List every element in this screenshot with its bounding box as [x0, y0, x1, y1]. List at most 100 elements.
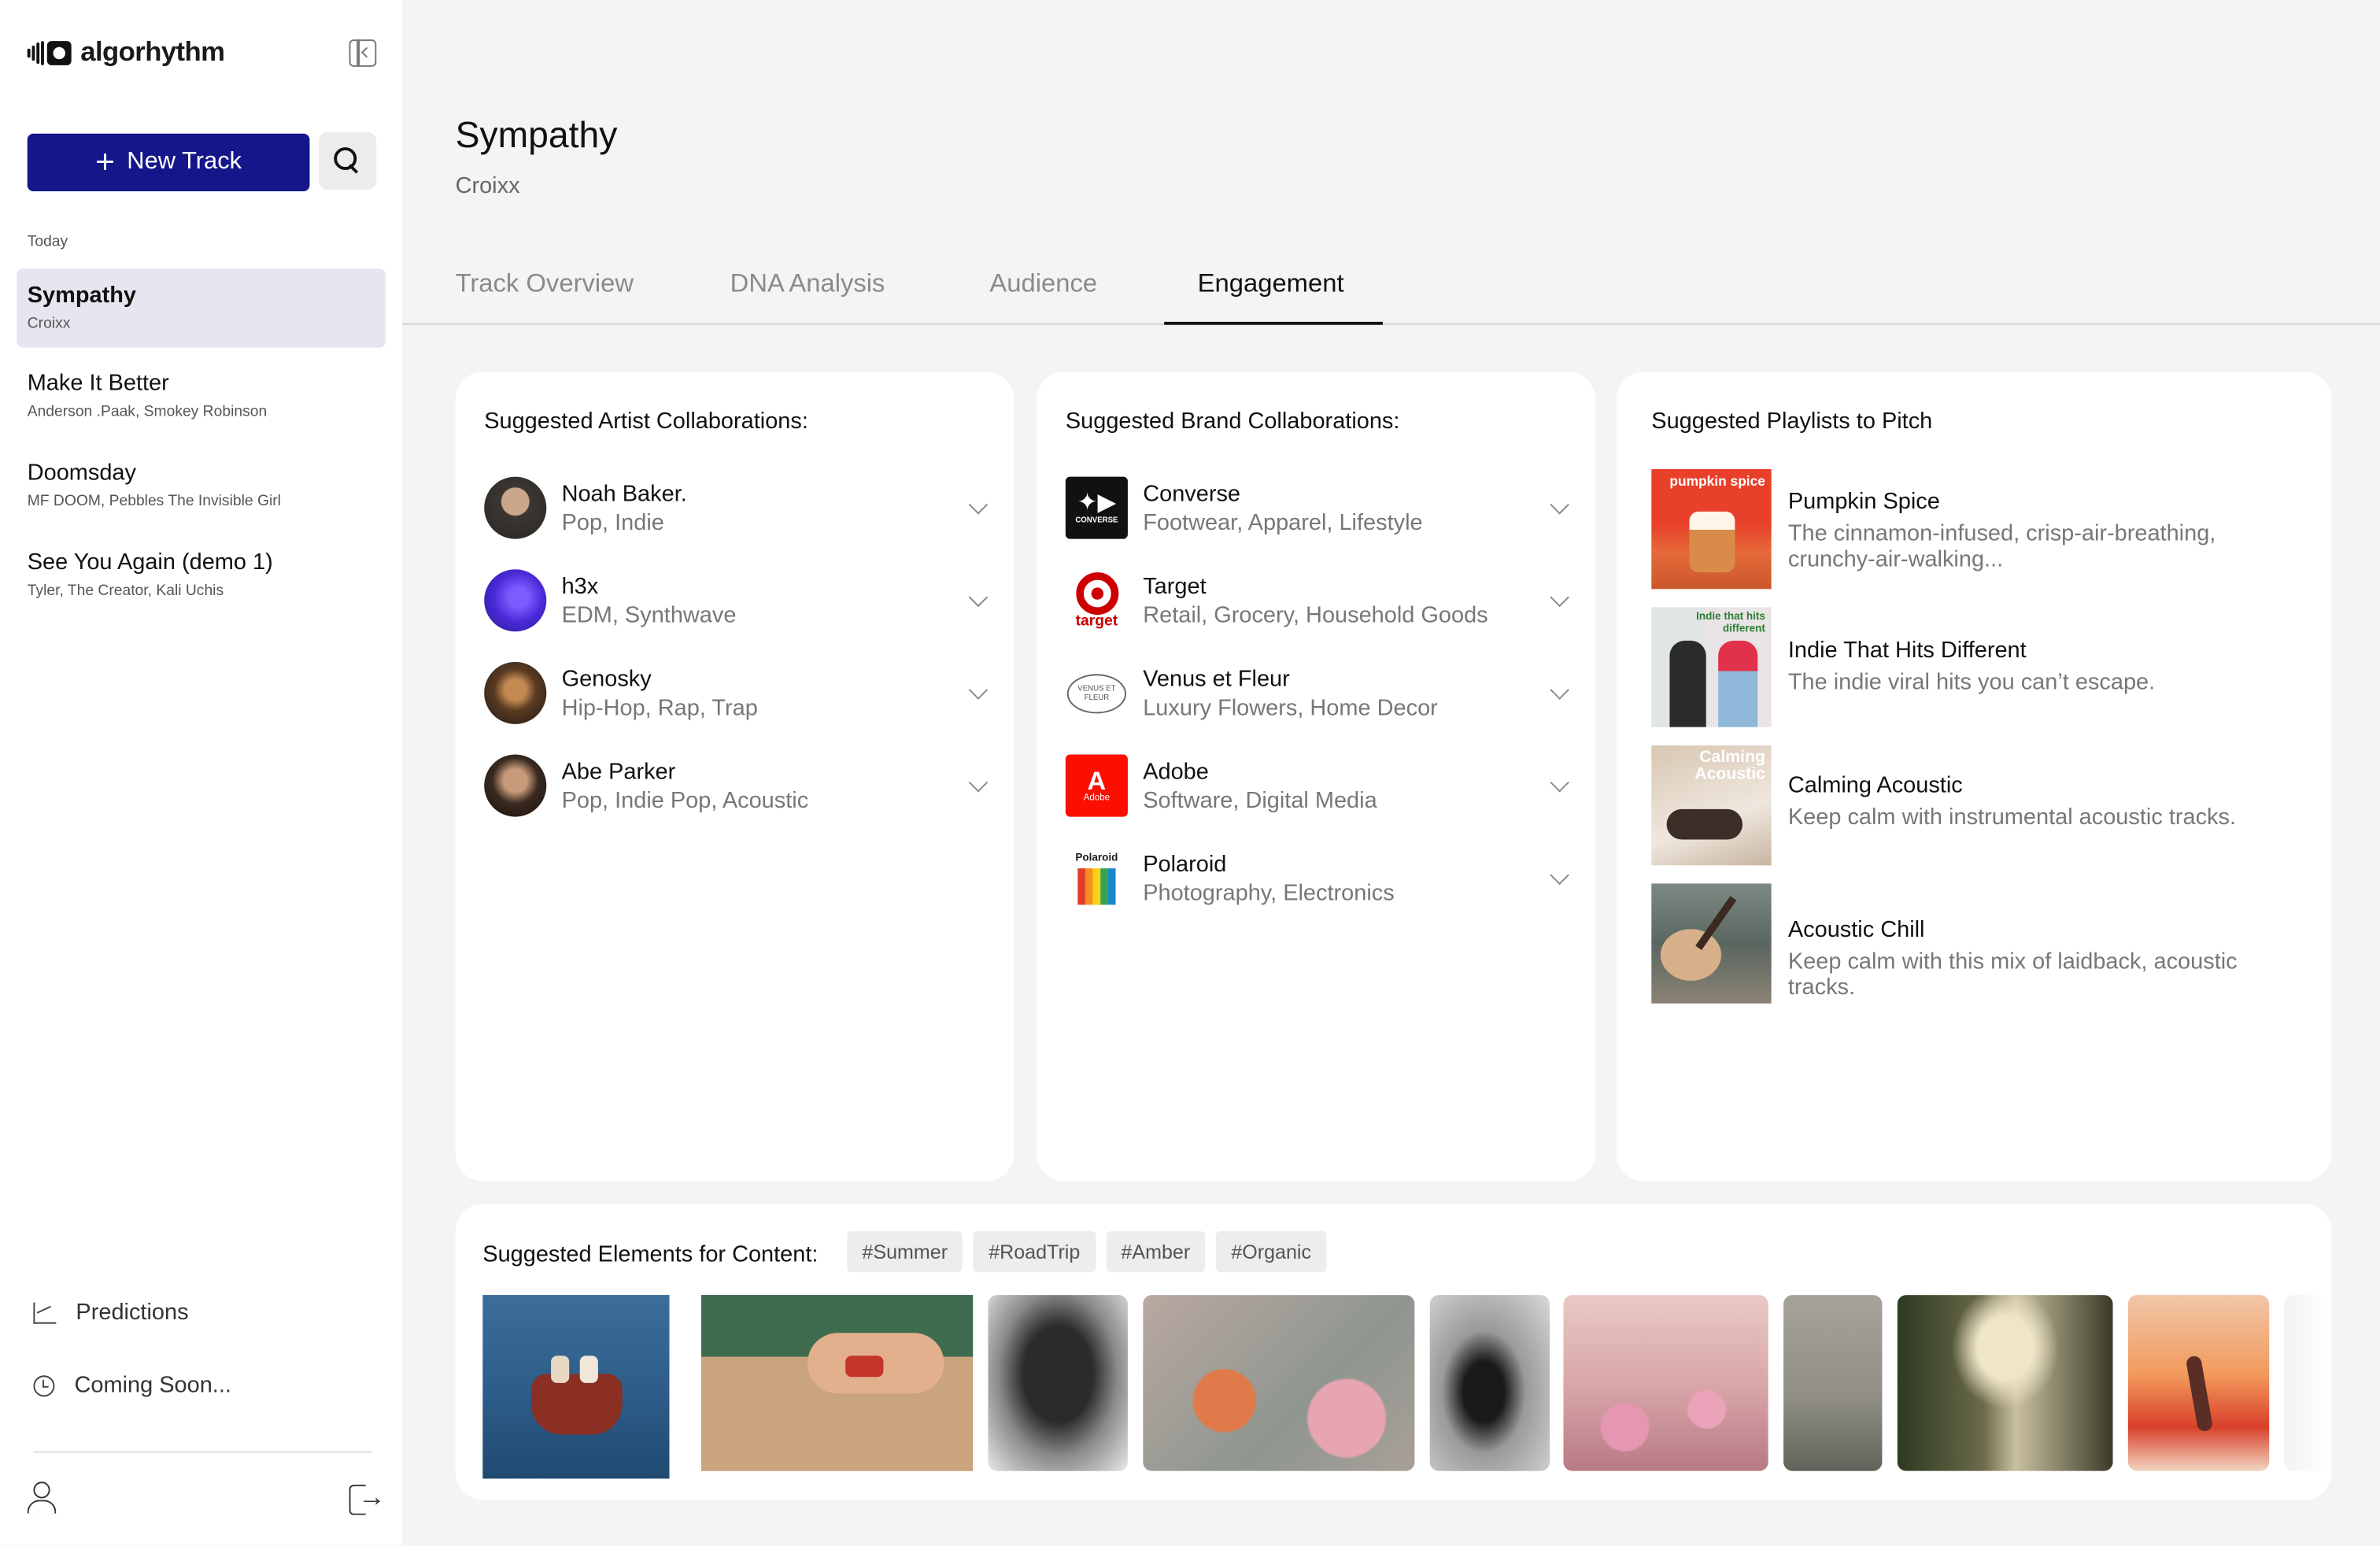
- nav-label: Predictions: [76, 1299, 189, 1326]
- logo-text: VENUS ET FLEUR: [1066, 673, 1126, 713]
- tab-audience[interactable]: Audience: [989, 268, 1097, 299]
- nav-label: Coming Soon...: [74, 1372, 231, 1399]
- artist-collaborations-card: Suggested Artist Collaborations: Noah Ba…: [455, 372, 1014, 1182]
- nav-coming-soon[interactable]: Coming Soon...: [33, 1372, 231, 1398]
- tab-dna-analysis[interactable]: DNA Analysis: [730, 268, 885, 299]
- cover-text: Calming Acoustic: [1694, 748, 1765, 784]
- artist-row[interactable]: Genosky Hip-Hop, Rap, Trap: [484, 661, 989, 726]
- new-track-button[interactable]: + New Track: [27, 133, 310, 191]
- nav-predictions[interactable]: Predictions: [33, 1299, 189, 1326]
- artist-name: h3x: [561, 573, 599, 600]
- playlist-cover: Indie that hits different: [1651, 607, 1772, 727]
- section-label: Today: [27, 233, 68, 251]
- clock-icon: [33, 1374, 55, 1396]
- playlist-row[interactable]: pumpkin spice Pumpkin Spice The cinnamon…: [1651, 468, 2289, 590]
- chart-icon: [33, 1301, 57, 1323]
- content-image-boat[interactable]: [482, 1295, 670, 1479]
- content-elements-card: Suggested Elements for Content: #Summer …: [455, 1204, 2332, 1500]
- target-logo: target: [1066, 569, 1128, 631]
- track-artist: Tyler, The Creator, Kali Uchis: [27, 583, 224, 600]
- content-image-partial[interactable]: [2284, 1295, 2330, 1471]
- track-title: See You Again (demo 1): [27, 549, 273, 575]
- artist-name: Abe Parker: [561, 759, 676, 786]
- playlist-row[interactable]: Indie that hits different Indie That Hit…: [1651, 607, 2289, 728]
- tab-bar: Track Overview DNA Analysis Audience Eng…: [402, 246, 2380, 325]
- logo-text: Polaroid: [1075, 853, 1118, 864]
- adobe-logo: A Adobe: [1065, 754, 1128, 817]
- brand-name: Polaroid: [1143, 851, 1227, 878]
- brand-row[interactable]: Polaroid Polaroid Photography, Electroni…: [1066, 847, 1569, 911]
- tab-engagement[interactable]: Engagement: [1198, 268, 1344, 299]
- playlist-description: The cinnamon-infused, crisp-air-breathin…: [1787, 520, 2216, 573]
- chevron-down-icon[interactable]: [1550, 865, 1569, 886]
- playlist-row[interactable]: Calming Acoustic Calming Acoustic Keep c…: [1651, 745, 2289, 867]
- page-subtitle: Croixx: [455, 172, 520, 199]
- artist-genres: Pop, Indie Pop, Acoustic: [561, 787, 809, 814]
- tag[interactable]: #RoadTrip: [973, 1231, 1096, 1273]
- tab-track-overview[interactable]: Track Overview: [456, 268, 634, 299]
- user-icon[interactable]: [26, 1481, 57, 1515]
- track-item-see-you-again[interactable]: See You Again (demo 1) Tyler, The Creato…: [17, 536, 386, 615]
- artist-avatar: [484, 661, 547, 724]
- track-artist: Anderson .Paak, Smokey Robinson: [27, 403, 268, 421]
- card-heading: Suggested Brand Collaborations:: [1065, 408, 1400, 435]
- search-button[interactable]: [318, 131, 377, 190]
- content-image-foggy-field[interactable]: [1783, 1295, 1883, 1471]
- tag[interactable]: #Organic: [1215, 1231, 1327, 1273]
- collapse-sidebar-icon[interactable]: [349, 39, 377, 67]
- brand-row[interactable]: A Adobe Adobe Software, Digital Media: [1065, 754, 1569, 818]
- content-image-portrait-bw[interactable]: [988, 1295, 1128, 1471]
- chevron-down-icon[interactable]: [968, 680, 989, 700]
- chevron-down-icon[interactable]: [968, 494, 989, 515]
- content-image-flowers[interactable]: [1143, 1295, 1415, 1471]
- converse-logo: ✦▶ CONVERSE: [1065, 476, 1128, 539]
- tag[interactable]: #Amber: [1106, 1231, 1206, 1273]
- brand-name: Target: [1143, 573, 1207, 600]
- tag[interactable]: #Summer: [847, 1231, 963, 1273]
- brand-row[interactable]: ✦▶ CONVERSE Converse Footwear, Apparel, …: [1065, 476, 1569, 541]
- chevron-down-icon[interactable]: [1550, 680, 1569, 700]
- brand-row[interactable]: VENUS ET FLEUR Venus et Fleur Luxury Flo…: [1066, 662, 1569, 726]
- playlist-cover: pumpkin spice: [1651, 468, 1772, 590]
- artist-row[interactable]: Abe Parker Pop, Indie Pop, Acoustic: [484, 754, 989, 818]
- content-image-sunset-figure[interactable]: [2127, 1295, 2270, 1471]
- playlist-name: Acoustic Chill: [1787, 916, 1925, 943]
- brand-categories: Software, Digital Media: [1143, 787, 1377, 814]
- brand-row[interactable]: target Target Retail, Grocery, Household…: [1066, 569, 1569, 633]
- track-item-doomsday[interactable]: Doomsday MF DOOM, Pebbles The Invisible …: [17, 446, 386, 525]
- chevron-down-icon[interactable]: [1550, 494, 1569, 515]
- chevron-down-icon[interactable]: [968, 772, 989, 793]
- track-item-make-it-better[interactable]: Make It Better Anderson .Paak, Smokey Ro…: [17, 357, 386, 435]
- brand-categories: Luxury Flowers, Home Decor: [1143, 695, 1438, 722]
- track-item-sympathy[interactable]: Sympathy Croixx: [17, 268, 386, 348]
- content-image-blurred-hands[interactable]: [1897, 1295, 2113, 1471]
- artist-row[interactable]: Noah Baker. Pop, Indie: [484, 476, 989, 541]
- playlist-description: The indie viral hits you can’t escape.: [1787, 669, 2156, 696]
- search-icon: [334, 147, 361, 175]
- chevron-down-icon[interactable]: [1550, 772, 1569, 793]
- brand-categories: Footwear, Apparel, Lifestyle: [1143, 509, 1423, 536]
- card-heading: Suggested Artist Collaborations:: [484, 408, 808, 435]
- plus-icon: +: [95, 142, 115, 181]
- playlist-row[interactable]: Acoustic Chill Keep calm with this mix o…: [1651, 883, 2289, 1004]
- content-image-pink-field[interactable]: [1563, 1295, 1768, 1471]
- card-heading: Suggested Elements for Content:: [482, 1241, 819, 1268]
- playlist-name: Calming Acoustic: [1787, 772, 1963, 799]
- playlist-description: Keep calm with this mix of laidback, aco…: [1787, 949, 2238, 1000]
- playlist-name: Pumpkin Spice: [1787, 488, 1940, 515]
- chevron-down-icon[interactable]: [968, 587, 989, 608]
- artist-row[interactable]: h3x EDM, Synthwave: [484, 569, 989, 633]
- artist-avatar: [484, 754, 547, 817]
- brand-categories: Retail, Grocery, Household Goods: [1143, 602, 1488, 629]
- app-logo[interactable]: algorhythm: [27, 36, 225, 68]
- cover-text: Indie that hits different: [1696, 612, 1765, 635]
- logout-icon[interactable]: [349, 1481, 386, 1515]
- brand-collaborations-card: Suggested Brand Collaborations: ✦▶ CONVE…: [1037, 372, 1595, 1182]
- polaroid-logo: Polaroid: [1066, 847, 1128, 909]
- track-artist: MF DOOM, Pebbles The Invisible Girl: [27, 493, 281, 510]
- content-image-pool[interactable]: [700, 1295, 974, 1471]
- venus-et-fleur-logo: VENUS ET FLEUR: [1066, 662, 1128, 724]
- artist-genres: Pop, Indie: [561, 509, 664, 536]
- content-image-silhouette[interactable]: [1429, 1295, 1550, 1471]
- chevron-down-icon[interactable]: [1550, 587, 1569, 608]
